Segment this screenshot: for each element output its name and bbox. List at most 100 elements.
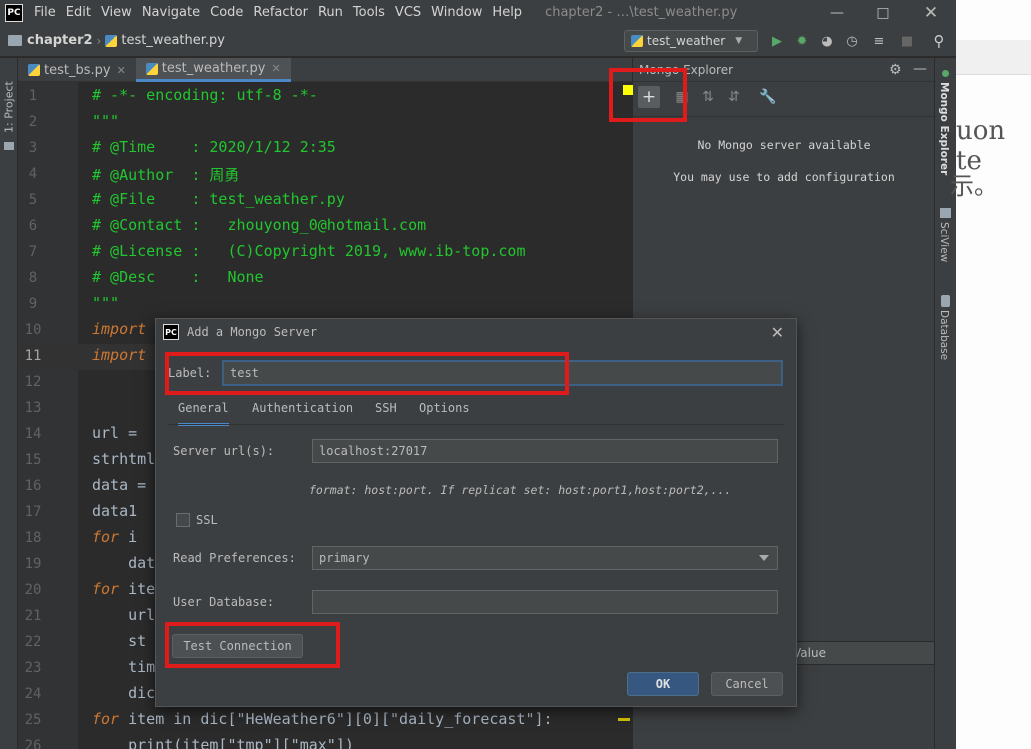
background-toolbar	[956, 40, 1031, 75]
menu-tools[interactable]: Tools	[348, 5, 390, 20]
menu-bar: PC File Edit View Navigate Code Refactor…	[0, 0, 956, 25]
line-number: 7	[28, 244, 38, 260]
tab-options[interactable]: Options	[419, 401, 470, 415]
tab-label: test_bs.py	[44, 62, 111, 78]
pycharm-logo-icon: PC	[163, 324, 179, 340]
menu-refactor[interactable]: Refactor	[248, 5, 313, 20]
line-number: 10	[24, 322, 42, 338]
line-number: 26	[24, 738, 42, 749]
line-number: 23	[24, 660, 42, 676]
code-line: # @License : (C)Copyright 2019, www.ib-t…	[92, 242, 526, 260]
menu-view[interactable]: View	[96, 5, 137, 20]
dialog-title-bar: PC Add a Mongo Server ✕	[156, 319, 796, 345]
line-number: 9	[28, 296, 38, 312]
minimize-icon[interactable]: —	[814, 0, 860, 25]
background-text: 示。	[950, 172, 998, 200]
annotation-box-label	[165, 352, 569, 395]
code-line: """	[92, 294, 120, 312]
hide-panel-icon[interactable]: —	[913, 61, 927, 77]
line-number: 25	[24, 712, 42, 728]
menu-code[interactable]: Code	[205, 5, 248, 20]
python-file-icon	[631, 35, 643, 47]
gear-icon[interactable]: ⚙	[889, 62, 902, 78]
run-icon[interactable]: ▶	[768, 32, 786, 50]
user-database-input[interactable]	[312, 590, 778, 614]
annotation-box-add-server	[609, 68, 687, 122]
mongo-explorer-tool-tab[interactable]: Mongo Explorer	[938, 82, 950, 175]
tab-label: test_weather.py	[161, 61, 266, 76]
tab-test-bs[interactable]: test_bs.py ✕	[18, 58, 136, 82]
code-line: url =	[92, 424, 147, 442]
code-line: import	[92, 320, 147, 338]
code-line: # @File : test_weather.py	[92, 190, 345, 208]
code-line: st	[92, 632, 147, 650]
warning-marker	[618, 718, 630, 721]
code-line: dat	[92, 554, 156, 572]
menu-window[interactable]: Window	[426, 5, 487, 20]
close-icon[interactable]: ✕	[117, 64, 126, 77]
menu-navigate[interactable]: Navigate	[137, 5, 205, 20]
menu-edit[interactable]: Edit	[61, 5, 96, 20]
code-line: # @Author : 周勇	[92, 166, 240, 184]
read-preferences-value: primary	[319, 551, 370, 565]
collapse-all-icon[interactable]: ⇵	[723, 86, 745, 108]
search-icon[interactable]: ⚲	[930, 32, 948, 50]
coverage-icon[interactable]: ◕	[818, 32, 836, 50]
dialog-title: Add a Mongo Server	[187, 325, 318, 339]
menu-run[interactable]: Run	[313, 5, 348, 20]
project-folder-icon	[4, 142, 14, 150]
code-line: for i	[92, 528, 147, 546]
breadcrumb-project[interactable]: chapter2	[0, 33, 93, 48]
tab-general[interactable]: General	[178, 401, 229, 426]
annotation-box-test-connection	[165, 622, 340, 668]
code-line: # @Desc : None	[92, 268, 264, 286]
code-line: url	[92, 606, 156, 624]
read-preferences-caption: Read Preferences:	[173, 551, 296, 565]
code-line: data =	[92, 476, 156, 494]
code-line: for ite	[92, 580, 156, 598]
concurrency-icon[interactable]: ≡	[870, 32, 888, 50]
line-number: 3	[28, 140, 38, 156]
line-number: 4	[28, 166, 38, 182]
maximize-icon[interactable]: □	[860, 0, 906, 25]
code-line: """	[92, 112, 120, 130]
run-configuration-select[interactable]: test_weather ▼	[624, 30, 758, 52]
line-number: 5	[28, 192, 38, 208]
menu-help[interactable]: Help	[487, 5, 527, 20]
ok-button[interactable]: OK	[627, 672, 699, 696]
sciview-tool-tab[interactable]: SciView	[938, 222, 950, 262]
code-line: import	[92, 346, 147, 364]
expand-all-icon[interactable]: ⇅	[697, 86, 719, 108]
line-number: 17	[24, 504, 42, 520]
breadcrumb-file[interactable]: test_weather.py	[105, 33, 225, 48]
line-number: 24	[24, 686, 42, 702]
close-icon[interactable]: ✕	[771, 323, 784, 342]
breadcrumb-separator: ›	[96, 33, 102, 48]
code-line: # @Contact : zhouyong_0@hotmail.com	[92, 216, 427, 234]
close-window-icon[interactable]: ✕	[908, 0, 954, 25]
wrench-icon[interactable]: 🔧	[757, 86, 779, 108]
profile-icon[interactable]: ◷	[843, 32, 861, 50]
tab-test-weather[interactable]: test_weather.py ✕	[135, 58, 291, 82]
project-tool-tab[interactable]: 1: Project	[1, 62, 17, 152]
pycharm-logo-icon: PC	[5, 3, 23, 22]
ssl-checkbox[interactable]	[176, 513, 190, 527]
tab-authentication[interactable]: Authentication	[252, 401, 353, 415]
menu-file[interactable]: File	[29, 5, 61, 20]
close-icon[interactable]: ✕	[271, 62, 280, 75]
stop-icon[interactable]: ■	[898, 32, 916, 50]
no-server-message: No Mongo server available	[697, 138, 871, 152]
window-title: chapter2 - …\test_weather.py	[545, 5, 738, 20]
server-url-input[interactable]: localhost:27017	[312, 439, 778, 463]
python-file-icon	[28, 64, 40, 76]
database-tool-tab[interactable]: Database	[938, 310, 950, 360]
read-preferences-select[interactable]: primary	[312, 546, 778, 570]
cancel-button[interactable]: Cancel	[711, 672, 783, 696]
line-number: 19	[24, 556, 42, 572]
menu-vcs[interactable]: VCS	[390, 5, 426, 20]
tab-ssh[interactable]: SSH	[375, 401, 397, 415]
debug-icon[interactable]: ✹	[793, 32, 811, 50]
background-document: uon te 示。	[950, 0, 1031, 749]
breadcrumb-file-label: test_weather.py	[121, 33, 225, 48]
code-line: tim	[92, 658, 156, 676]
